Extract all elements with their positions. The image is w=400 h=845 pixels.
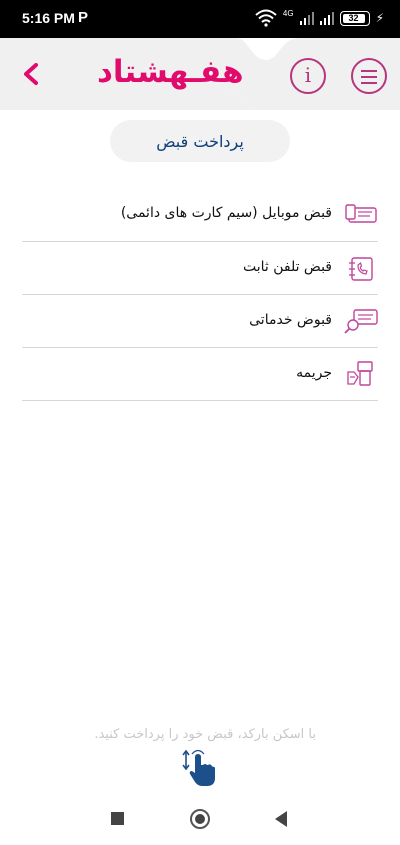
home-icon[interactable]	[190, 809, 210, 829]
bill-list: قبض موبایل (سیم کارت های دائمی) قبض تلفن…	[22, 188, 378, 401]
signal-icon	[319, 12, 334, 25]
app-notification-icon: P	[78, 9, 89, 26]
battery-level: 32	[342, 13, 365, 23]
status-bar: 5:16 PM P 4G 32 ⚡	[0, 0, 400, 38]
bill-item-label: جریمه	[296, 365, 332, 381]
charging-icon: ⚡	[375, 11, 384, 25]
signal-icon	[299, 12, 314, 25]
bill-item-landline[interactable]: قبض تلفن ثابت	[22, 242, 378, 295]
barcode-scan-icon[interactable]	[180, 748, 218, 788]
bill-item-label: قبض تلفن ثابت	[242, 259, 332, 275]
app-header: هفـهشتاد i	[0, 38, 400, 110]
system-nav-bar	[0, 800, 400, 845]
mobile-bill-icon	[345, 204, 377, 223]
status-time: 5:16 PM	[22, 10, 75, 26]
wifi-icon	[255, 9, 277, 27]
chevron-left-icon[interactable]	[20, 62, 42, 86]
back-icon[interactable]	[275, 811, 287, 827]
page-title: پرداخت قبض	[156, 132, 244, 151]
hamburger-menu-icon[interactable]	[351, 58, 387, 94]
landline-phone-icon	[349, 257, 373, 281]
utility-bills-icon	[344, 309, 378, 334]
info-button[interactable]: i	[290, 58, 326, 94]
recents-icon[interactable]	[111, 812, 124, 825]
status-icons: 4G 32 ⚡	[255, 9, 384, 27]
bill-item-label: قبوض خدماتی	[249, 312, 332, 328]
network-type-label: 4G	[282, 9, 294, 18]
bill-item-fine[interactable]: جریمه	[22, 348, 378, 401]
bill-item-mobile[interactable]: قبض موبایل (سیم کارت های دائمی)	[22, 188, 378, 242]
info-icon: i	[304, 63, 312, 87]
bill-item-utility[interactable]: قبوض خدماتی	[22, 295, 378, 348]
app-logo: هفـهشتاد	[97, 54, 244, 90]
battery-icon: 32	[339, 10, 370, 26]
fine-icon	[347, 361, 373, 386]
scan-hint-text: با اسکن بارکد، قبض خود را پرداخت کنید.	[94, 727, 316, 742]
bill-item-label: قبض موبایل (سیم کارت های دائمی)	[120, 205, 332, 221]
